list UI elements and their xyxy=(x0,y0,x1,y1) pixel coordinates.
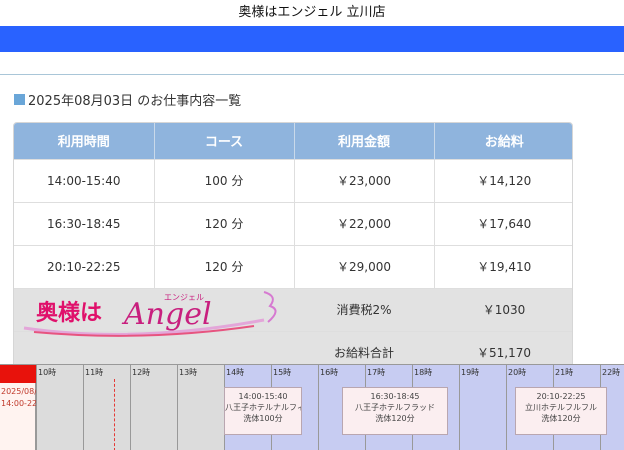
booking-course: 洗体120分 xyxy=(375,414,415,423)
column-header-course: コース xyxy=(154,123,295,159)
cell-salary: ￥19,410 xyxy=(434,244,572,288)
booking-time: 14:00-15:40 xyxy=(238,392,288,401)
booking-time: 20:10-22:25 xyxy=(536,392,586,401)
booking-course: 洗体120分 xyxy=(541,414,581,423)
cell-time: 14:00-15:40 xyxy=(14,158,155,202)
svg-text:エンジェル: エンジェル xyxy=(164,293,204,302)
tax-label: 消費税2% xyxy=(294,287,434,331)
hour-label: 20時 xyxy=(508,368,527,377)
hour-label: 15時 xyxy=(273,368,292,377)
cell-course: 120 分 xyxy=(154,201,295,245)
booking-place: 八王子ホテルフラッド xyxy=(355,403,435,412)
hour-line xyxy=(459,365,460,450)
hour-label: 14時 xyxy=(226,368,245,377)
date-highlight xyxy=(0,365,36,383)
hour-label: 21時 xyxy=(555,368,574,377)
booking-time: 16:30-18:45 xyxy=(370,392,420,401)
cell-time: 20:10-22:25 xyxy=(14,244,155,288)
column-header-salary: お給料 xyxy=(434,123,572,159)
cell-salary: ￥17,640 xyxy=(434,201,572,245)
svg-text:Angel: Angel xyxy=(121,297,212,332)
hour-line xyxy=(130,365,131,450)
hour-label: 10時 xyxy=(38,368,57,377)
cell-price: ￥29,000 xyxy=(294,244,435,288)
hour-label: 22時 xyxy=(602,368,621,377)
hour-label: 19時 xyxy=(461,368,480,377)
cell-salary: ￥14,120 xyxy=(434,158,572,202)
page-title: 奥様はエンジェル 立川店 xyxy=(238,5,386,20)
current-time-line xyxy=(114,379,115,450)
section-heading: 2025年08月03日 のお仕事内容一覧 xyxy=(14,90,241,109)
timeline-date-cell[interactable]: 2025/08/01 14:00-22:10 xyxy=(0,365,50,450)
svg-text:奥様は: 奥様は xyxy=(36,300,102,326)
timeline-grid: 10時 11時 12時 13時 14時 15時 16時 17時 18時 19時 … xyxy=(36,365,624,450)
booking-card[interactable]: 14:00-15:40 八王子ホテルナルフィ 洗体100分 xyxy=(224,387,302,435)
section-heading-text: 2025年08月03日 のお仕事内容一覧 xyxy=(28,94,242,109)
cell-price: ￥22,000 xyxy=(294,201,435,245)
cell-price: ￥23,000 xyxy=(294,158,435,202)
column-header-price: 利用金額 xyxy=(294,123,435,159)
booking-course: 洗体100分 xyxy=(243,414,283,423)
booking-place: 立川ホテルフルフル xyxy=(525,403,597,412)
table-row: 14:00-15:40 100 分 ￥23,000 ￥14,120 xyxy=(14,158,572,202)
tax-value: ￥1030 xyxy=(434,287,572,331)
booking-card[interactable]: 20:10-22:25 立川ホテルフルフル 洗体120分 xyxy=(515,387,607,435)
hour-line xyxy=(318,365,319,450)
hour-line xyxy=(36,365,37,450)
table-row: 20:10-22:25 120 分 ￥29,000 ￥19,410 xyxy=(14,244,572,288)
hour-label: 18時 xyxy=(414,368,433,377)
hour-label: 13時 xyxy=(179,368,198,377)
hour-line xyxy=(83,365,84,450)
hour-label: 17時 xyxy=(367,368,386,377)
table-header-row: 利用時間 コース 利用金額 お給料 xyxy=(14,123,572,159)
column-header-time: 利用時間 xyxy=(14,123,155,159)
hour-label: 12時 xyxy=(132,368,151,377)
shop-logo: 奥様は Angel エンジェル xyxy=(23,291,277,337)
schedule-timeline: 2025/08/01 14:00-22:10 10時 11時 12時 13時 1… xyxy=(0,364,624,450)
table-row: 16:30-18:45 120 分 ￥22,000 ￥17,640 xyxy=(14,201,572,245)
cell-course: 100 分 xyxy=(154,158,295,202)
cell-course: 120 分 xyxy=(154,244,295,288)
hour-label: 11時 xyxy=(85,368,104,377)
booking-place: 八王子ホテルナルフィ xyxy=(225,403,302,412)
nav-bar xyxy=(0,26,624,52)
hour-label: 16時 xyxy=(320,368,339,377)
booking-card[interactable]: 16:30-18:45 八王子ホテルフラッド 洗体120分 xyxy=(342,387,448,435)
cell-time: 16:30-18:45 xyxy=(14,201,155,245)
hour-line xyxy=(506,365,507,450)
square-icon xyxy=(14,94,25,105)
divider xyxy=(0,74,624,75)
hour-line xyxy=(177,365,178,450)
